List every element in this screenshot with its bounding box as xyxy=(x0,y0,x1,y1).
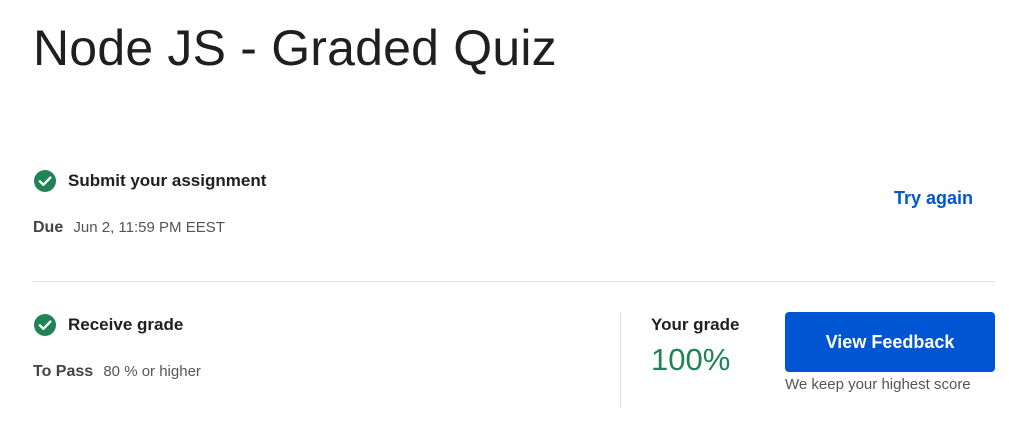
your-grade-value: 100% xyxy=(651,342,731,377)
submit-assignment-title: Submit your assignment xyxy=(68,171,267,190)
your-grade-label: Your grade xyxy=(651,315,740,334)
to-pass-value: 80 % or higher xyxy=(103,363,201,380)
try-again-link[interactable]: Try again xyxy=(894,186,973,210)
receive-grade-title: Receive grade xyxy=(68,315,184,334)
section-divider xyxy=(33,281,995,282)
due-label: Due xyxy=(33,219,64,236)
due-value: Jun 2, 11:59 PM EEST xyxy=(73,219,225,236)
due-date-row: Due Jun 2, 11:59 PM EEST xyxy=(33,218,225,238)
keep-highest-score-note: We keep your highest score xyxy=(785,376,971,393)
page-title: Node JS - Graded Quiz xyxy=(33,20,557,76)
grade-vertical-divider xyxy=(620,312,621,407)
to-pass-label: To Pass xyxy=(33,363,94,380)
view-feedback-button[interactable]: View Feedback xyxy=(785,312,995,372)
check-circle-icon xyxy=(33,313,57,337)
check-circle-icon xyxy=(33,169,57,193)
to-pass-row: To Pass 80 % or higher xyxy=(33,362,201,382)
